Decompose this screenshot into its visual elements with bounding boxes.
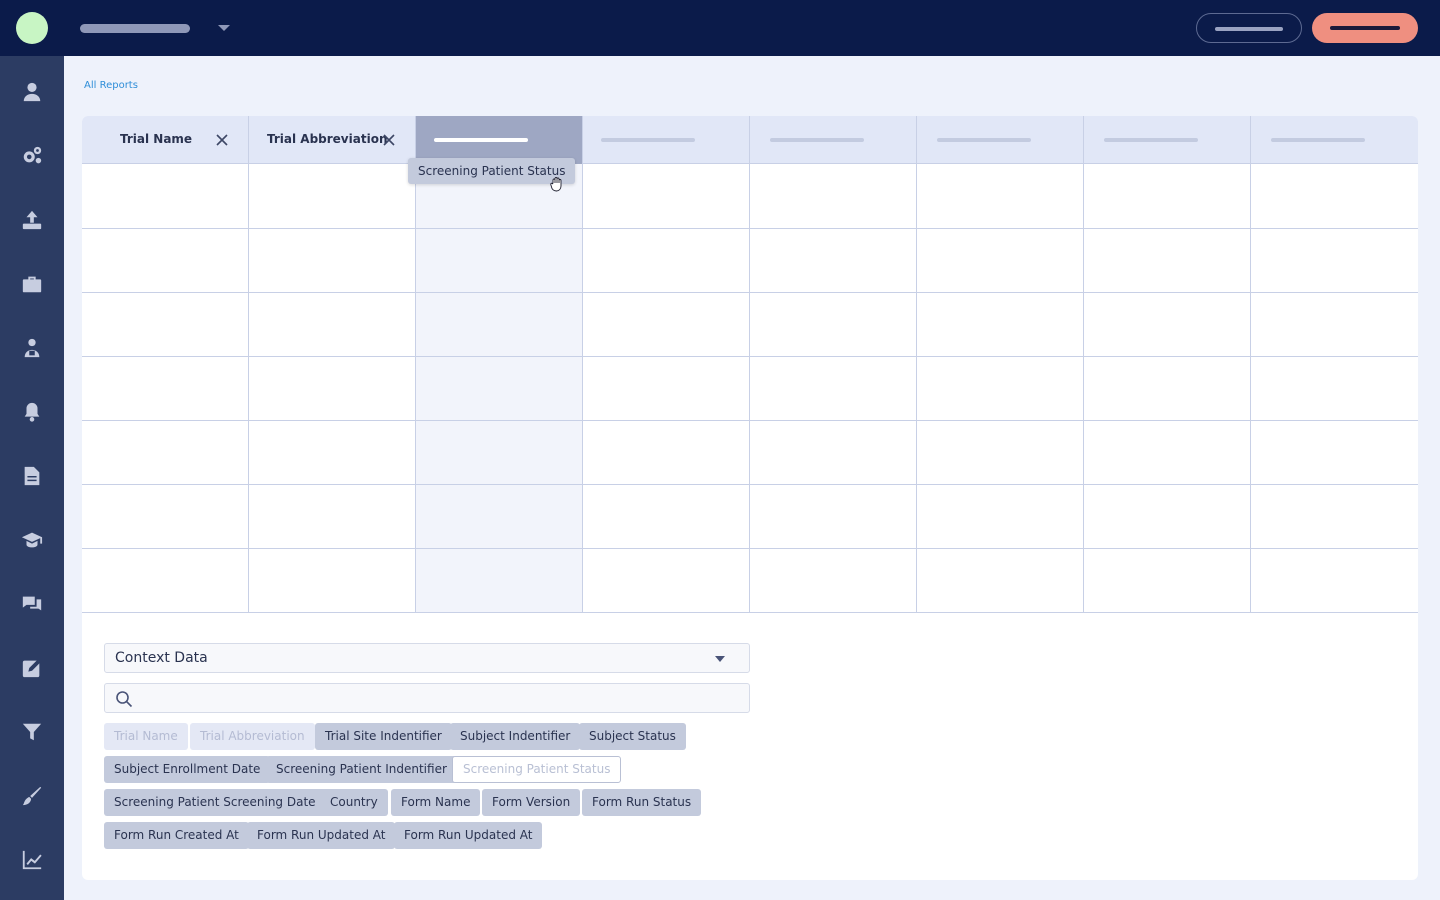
column-header-empty[interactable] xyxy=(583,116,750,164)
context-data-select-value: Context Data xyxy=(115,650,208,666)
row-divider xyxy=(82,356,1418,357)
column-header-placeholder xyxy=(770,138,864,142)
field-chip-screening-patient-identifier[interactable]: Screening Patient Indentifier xyxy=(266,756,457,783)
field-chip-form-name[interactable]: Form Name xyxy=(391,789,481,816)
row-divider xyxy=(82,420,1418,421)
breadcrumb-all-reports[interactable]: All Reports xyxy=(84,80,138,91)
row-divider xyxy=(82,228,1418,229)
graduation-icon[interactable] xyxy=(20,528,44,552)
column-header-trial-name[interactable]: Trial Name xyxy=(82,116,249,164)
row-divider xyxy=(82,612,1418,613)
column-header-placeholder xyxy=(1104,138,1198,142)
column-header-empty[interactable] xyxy=(750,116,917,164)
column-header-trial-abbreviation[interactable]: Trial Abbreviation xyxy=(249,116,416,164)
user-icon[interactable] xyxy=(20,80,44,104)
context-data-select[interactable]: Context Data xyxy=(104,643,750,673)
brush-icon[interactable] xyxy=(20,784,44,808)
briefcase-icon[interactable] xyxy=(20,272,44,296)
row-divider xyxy=(82,484,1418,485)
column-header-placeholder xyxy=(1271,138,1365,142)
field-chip-subject-enrollment-date[interactable]: Subject Enrollment Date xyxy=(104,756,271,783)
field-chip-country[interactable]: Country xyxy=(320,789,388,816)
field-chip-form-run-status[interactable]: Form Run Status xyxy=(582,789,702,816)
column-divider xyxy=(916,164,917,612)
field-chip-screening-patient-status-placeholder: Screening Patient Status xyxy=(452,756,622,783)
field-chip-form-version[interactable]: Form Version xyxy=(482,789,581,816)
bell-icon[interactable] xyxy=(20,400,44,424)
column-header-empty[interactable] xyxy=(1251,116,1418,164)
button-label-placeholder xyxy=(1330,26,1400,30)
chevron-down-icon xyxy=(715,656,725,662)
field-chip-screening-patient-screening-date[interactable]: Screening Patient Screening Date xyxy=(104,789,326,816)
field-chip-subject-status[interactable]: Subject Status xyxy=(579,723,686,750)
close-icon[interactable] xyxy=(214,132,230,148)
field-chip-trial-abbreviation: Trial Abbreviation xyxy=(190,723,315,750)
chevron-down-icon[interactable] xyxy=(218,25,230,31)
column-header-drop-target[interactable] xyxy=(416,116,583,164)
chat-icon[interactable] xyxy=(20,592,44,616)
drop-target-column[interactable] xyxy=(416,164,583,612)
column-header-placeholder xyxy=(937,138,1031,142)
column-header-label: Trial Name xyxy=(120,132,193,146)
column-divider xyxy=(1250,164,1251,612)
field-search-input[interactable] xyxy=(141,688,741,708)
search-icon xyxy=(116,691,133,708)
row-divider xyxy=(82,548,1418,549)
close-icon[interactable] xyxy=(381,132,397,148)
secondary-action-button[interactable] xyxy=(1196,13,1302,43)
upload-icon[interactable] xyxy=(20,208,44,232)
row-divider xyxy=(82,292,1418,293)
field-chip-form-run-created-at[interactable]: Form Run Created At xyxy=(104,822,249,849)
sidebar xyxy=(0,56,64,900)
column-header-label: Trial Abbreviation xyxy=(267,132,388,146)
column-divider xyxy=(749,164,750,612)
filter-icon[interactable] xyxy=(20,720,44,744)
grab-cursor-icon xyxy=(550,177,562,192)
document-icon[interactable] xyxy=(20,464,44,488)
column-divider xyxy=(248,164,249,612)
report-builder-card: Trial Name Trial Abbreviation Context Da… xyxy=(82,116,1418,880)
field-search-box[interactable] xyxy=(104,683,750,713)
primary-action-button[interactable] xyxy=(1312,13,1418,43)
table-header: Trial Name Trial Abbreviation xyxy=(82,116,1418,164)
edit-icon[interactable] xyxy=(20,656,44,680)
field-chip-subject-identifier[interactable]: Subject Indentifier xyxy=(450,723,581,750)
column-divider xyxy=(1083,164,1084,612)
app-logo[interactable] xyxy=(16,12,48,44)
settings-icon[interactable] xyxy=(20,144,44,168)
field-chip-trial-site-identifier[interactable]: Trial Site Indentifier xyxy=(315,723,452,750)
field-chip-trial-name: Trial Name xyxy=(104,723,188,750)
field-chip-form-run-updated-at[interactable]: Form Run Updated At xyxy=(247,822,396,849)
field-chip-form-run-updated-at[interactable]: Form Run Updated At xyxy=(394,822,543,849)
column-header-placeholder xyxy=(601,138,695,142)
users-icon[interactable] xyxy=(20,336,44,360)
column-header-empty[interactable] xyxy=(917,116,1084,164)
column-header-placeholder xyxy=(434,138,528,142)
chart-icon[interactable] xyxy=(20,848,44,872)
workspace-selector-placeholder[interactable] xyxy=(80,24,190,33)
column-divider xyxy=(582,164,583,612)
column-header-empty[interactable] xyxy=(1084,116,1251,164)
column-divider xyxy=(415,164,416,612)
button-label-placeholder xyxy=(1215,27,1283,31)
top-bar xyxy=(0,0,1440,56)
